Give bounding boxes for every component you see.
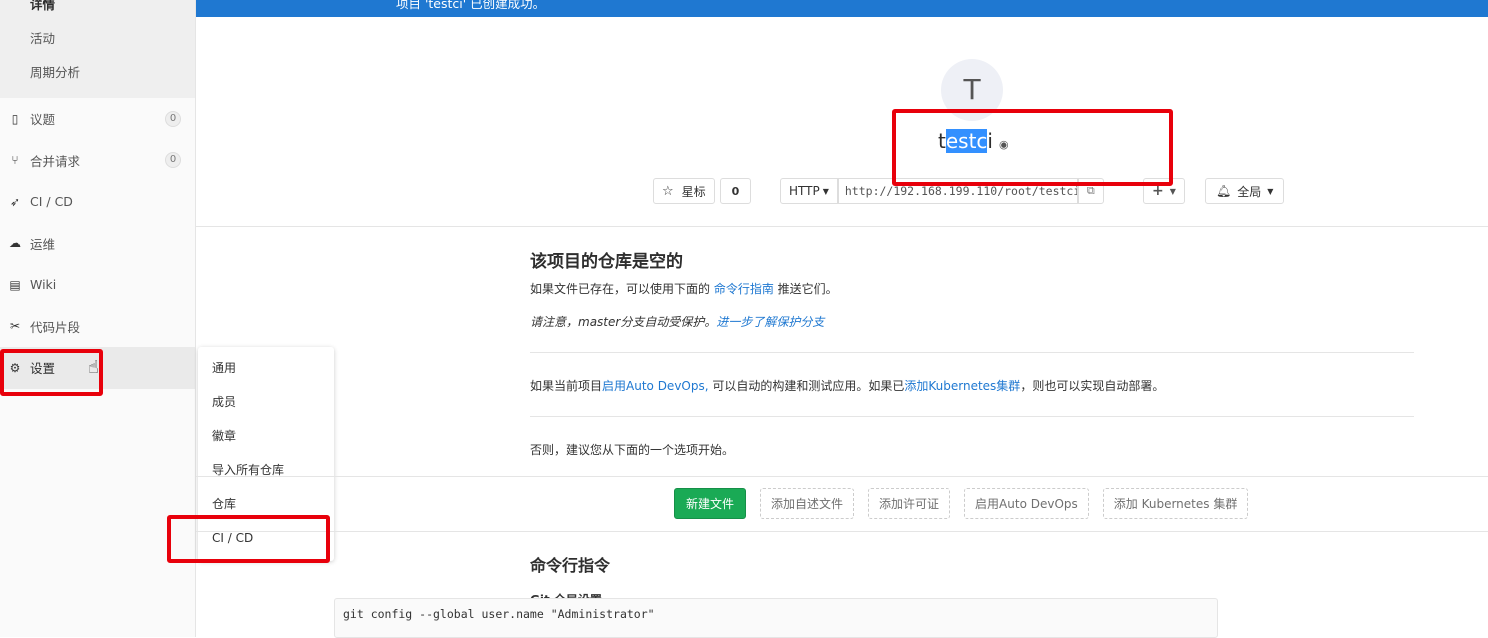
add-readme-button[interactable]: 添加自述文件 <box>760 488 855 519</box>
protocol-dropdown[interactable]: HTTP ▼ <box>780 178 838 204</box>
cli-guide-link[interactable]: 命令行指南 <box>714 282 774 296</box>
star-count[interactable]: 0 <box>719 178 752 204</box>
issues-count-badge: 0 <box>165 110 181 127</box>
sidebar-item-wiki[interactable]: ▤ Wiki <box>0 264 195 306</box>
empty-repo-line1: 如果文件已存在，可以使用下面的 命令行指南 推送它们。 <box>530 280 838 297</box>
empty-repo-actions: 新建文件 添加自述文件 添加许可证 启用Auto DevOps 添加 Kuber… <box>674 488 1249 519</box>
caret-down-icon: ▼ <box>1169 186 1176 196</box>
caret-down-icon: ▼ <box>822 186 829 196</box>
git-config-code-block: git config --global user.name "Administr… <box>334 598 1218 638</box>
star-button[interactable]: ☆ 星标 <box>653 178 715 204</box>
line2-prefix: 请注意，master分支自动受保护。 <box>530 315 717 329</box>
main-content: T testci ◉ ☆ 星标 0 HTTP ▼ http://192.168.1… <box>196 17 1488 637</box>
highlight-box-settings <box>0 349 103 396</box>
enable-auto-devops-button[interactable]: 启用Auto DevOps <box>964 488 1089 519</box>
new-file-button[interactable]: 新建文件 <box>674 488 747 519</box>
flash-message: 项目 'testci' 已创建成功。 <box>396 0 546 11</box>
notification-label: 全局 <box>1237 184 1262 199</box>
sidebar-item-merge-requests[interactable]: ⑂ 合并请求 0 <box>0 140 195 182</box>
sidebar-item-label: Wiki <box>30 277 57 293</box>
auto-devops-text: 如果当前项目启用Auto DevOps, 可以自动的构建和测试应用。如果已添加K… <box>530 377 1164 394</box>
line1-suffix: 推送它们。 <box>773 282 838 296</box>
enable-auto-devops-link[interactable]: 启用Auto DevOps, <box>602 379 709 393</box>
add-kubernetes-button[interactable]: 添加 Kubernetes 集群 <box>1102 488 1249 519</box>
protocol-label: HTTP <box>789 184 820 198</box>
sidebar-item-label: 运维 <box>30 236 56 252</box>
notification-group: 🔔︎ 全局 ▼ <box>1205 178 1285 204</box>
protected-branch-link[interactable]: 进一步了解保护分支 <box>716 315 824 329</box>
sidebar-item-issues[interactable]: ▯ 议题 0 <box>0 98 195 140</box>
flash-banner: 项目 'testci' 已创建成功。 <box>196 0 1488 17</box>
highlight-box-ci-cd <box>167 515 330 563</box>
sidebar-item-label: 议题 <box>30 112 56 128</box>
sidebar-item-label: CI / CD <box>30 194 73 210</box>
divider <box>196 476 1488 477</box>
project-subnav: 详情 活动 周期分析 <box>0 0 195 98</box>
star-label: 星标 <box>681 184 706 199</box>
otherwise-text: 否则，建议您从下面的一个选项开始。 <box>530 443 735 457</box>
add-license-button[interactable]: 添加许可证 <box>868 488 951 519</box>
divider <box>196 531 1488 532</box>
sidebar-item-label: 代码片段 <box>30 319 81 335</box>
star-icon: ☆ <box>662 183 674 199</box>
rocket-icon: ➶ <box>9 194 21 209</box>
sidebar-item-snippets[interactable]: ✂ 代码片段 <box>0 306 195 348</box>
issues-icon: ▯ <box>11 111 19 126</box>
divider <box>530 416 1414 417</box>
highlight-box-project-name <box>892 109 1173 186</box>
subnav-details[interactable]: 详情 <box>0 0 195 16</box>
caret-down-icon: ▼ <box>1267 186 1274 196</box>
sidebar-item-operations[interactable]: ☁ 运维 <box>0 223 195 265</box>
merge-requests-count-badge: 0 <box>165 152 181 169</box>
devops-mid: 可以自动的构建和测试应用。如果已 <box>708 379 905 393</box>
devops-suffix: ，则也可以实现自动部署。 <box>1020 379 1165 393</box>
book-icon: ▤ <box>9 277 21 292</box>
merge-request-icon: ⑂ <box>11 153 19 168</box>
protected-branch-note: 请注意，master分支自动受保护。进一步了解保护分支 <box>530 313 824 330</box>
divider <box>530 352 1414 353</box>
copy-icon: ⧉ <box>1086 184 1095 197</box>
bell-icon: 🔔︎ <box>1216 184 1232 198</box>
cloud-icon: ☁ <box>9 236 21 251</box>
sidebar-item-ci-cd[interactable]: ➶ CI / CD <box>0 181 195 223</box>
line1-prefix: 如果文件已存在，可以使用下面的 <box>530 282 714 296</box>
sidebar-item-label: 合并请求 <box>30 153 81 169</box>
empty-repo-title: 该项目的仓库是空的 <box>530 252 683 272</box>
cli-title: 命令行指令 <box>530 556 611 575</box>
project-toolbar: ☆ 星标 0 <box>653 178 752 204</box>
devops-prefix: 如果当前项目 <box>530 379 603 393</box>
add-kubernetes-link[interactable]: 添加Kubernetes集群 <box>904 379 1020 393</box>
subnav-cycle-analytics[interactable]: 周期分析 <box>0 56 195 90</box>
divider <box>196 226 1488 227</box>
scissors-icon: ✂ <box>9 319 21 334</box>
notification-dropdown[interactable]: 🔔︎ 全局 ▼ <box>1205 178 1285 204</box>
subnav-activity[interactable]: 活动 <box>0 22 195 56</box>
